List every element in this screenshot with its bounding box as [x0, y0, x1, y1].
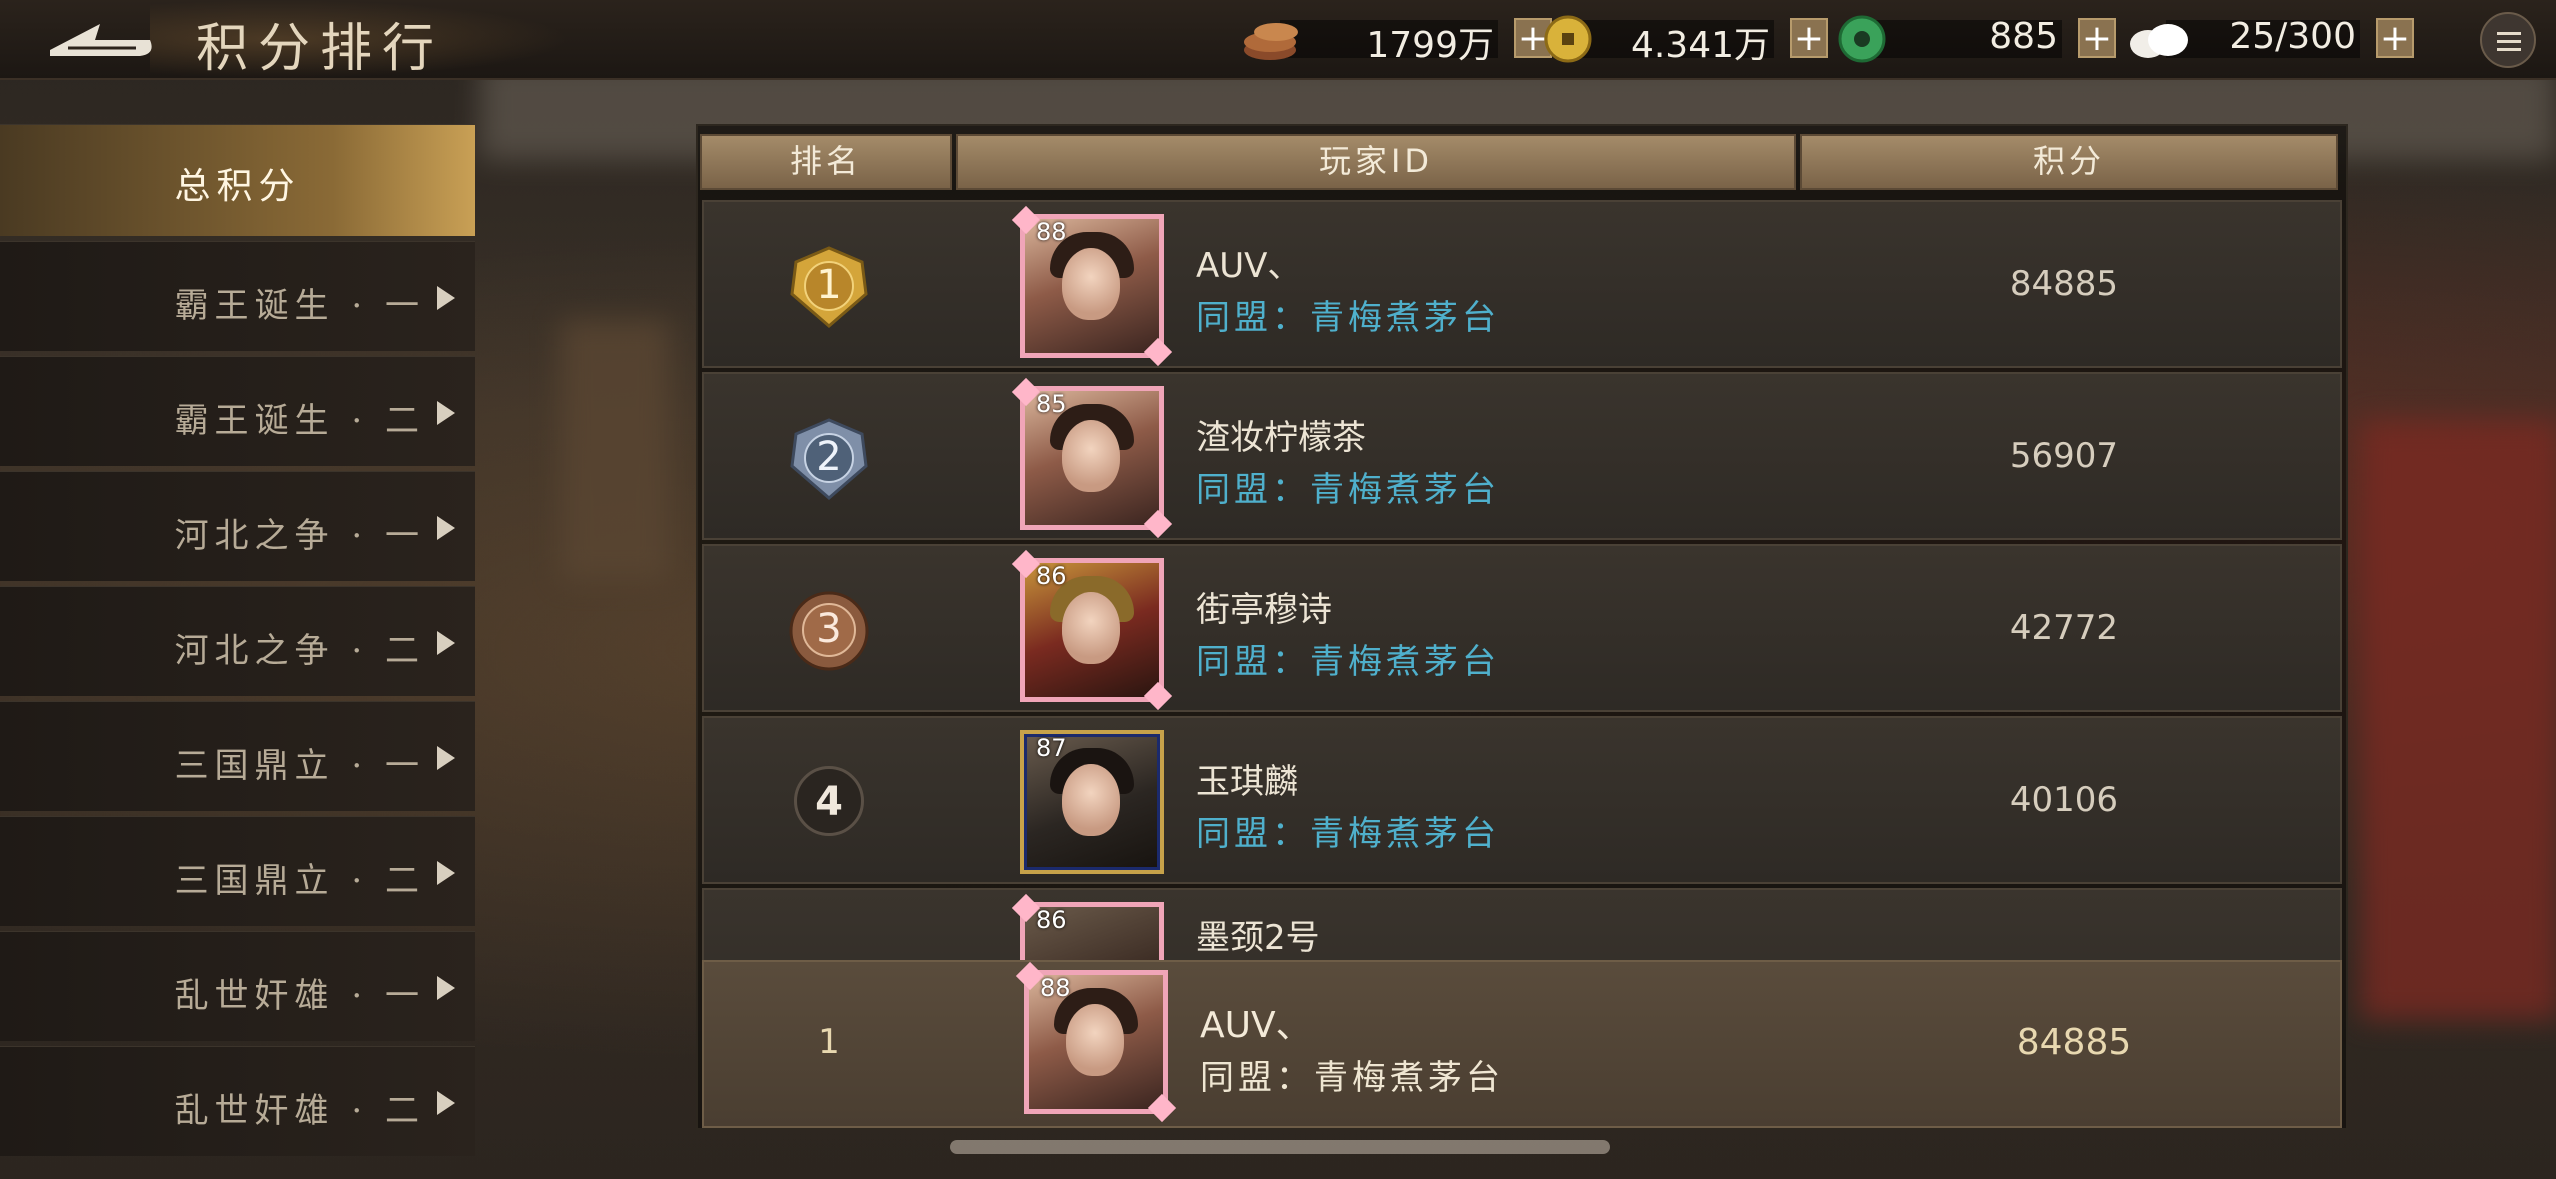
- sidebar-item-bawang-1[interactable]: 霸王诞生 · 一: [0, 241, 475, 351]
- page-title: 积分排行: [196, 19, 445, 79]
- rank-number: 4: [794, 766, 864, 836]
- jade-coin-icon: [1832, 14, 1902, 64]
- my-rank-row: 1 88 AUV、 同盟：青梅煮茅台 84885: [702, 960, 2342, 1128]
- table-row[interactable]: 4 87 玉琪麟 同盟：青梅煮茅台 40106: [702, 716, 2342, 884]
- arrow-right-icon: [437, 631, 455, 655]
- resource-copper: 1799万 +: [1240, 14, 1552, 66]
- menu-button[interactable]: [2480, 12, 2536, 68]
- arrow-right-icon: [437, 746, 455, 770]
- column-header-rank: 排名: [700, 134, 952, 190]
- player-score: 84885: [2009, 264, 2119, 304]
- background-lantern: [560, 320, 670, 580]
- player-name: AUV、: [1196, 246, 1302, 286]
- arrow-right-icon: [437, 976, 455, 1000]
- table-row[interactable]: 3 86 街亭穆诗 同盟：青梅煮茅台 42772: [702, 544, 2342, 712]
- resource-jade: 885 +: [1832, 14, 2116, 64]
- bun-food-icon: [2126, 14, 2196, 64]
- player-level: 87: [1036, 734, 1067, 762]
- table-row[interactable]: 2 85 渣妆柠檬茶 同盟：青梅煮茅台 56907: [702, 372, 2342, 540]
- player-alliance: 同盟：青梅煮茅台: [1196, 642, 1500, 682]
- rank-number: 1: [816, 262, 842, 308]
- sidebar-item-sanguo-2[interactable]: 三国鼎立 · 二: [0, 816, 475, 926]
- player-score: 56907: [2009, 436, 2119, 476]
- player-alliance: 同盟：青梅煮茅台: [1196, 470, 1500, 510]
- my-alliance: 同盟：青梅煮茅台: [1200, 1058, 1504, 1098]
- my-score: 84885: [2016, 1022, 2132, 1063]
- rank-number: 2: [816, 434, 842, 480]
- my-avatar[interactable]: 88: [1015, 961, 1177, 1123]
- player-name: 街亭穆诗: [1196, 590, 1332, 630]
- my-level: 88: [1040, 974, 1071, 1002]
- back-button[interactable]: [40, 14, 160, 64]
- arrow-right-icon: [437, 286, 455, 310]
- arrow-right-icon: [437, 516, 455, 540]
- table-row[interactable]: 1 88 AUV、 同盟：青梅煮茅台 84885: [702, 200, 2342, 368]
- column-header-score: 积分: [1800, 134, 2338, 190]
- sidebar-item-hebei-2[interactable]: 河北之争 · 二: [0, 586, 475, 696]
- player-avatar[interactable]: 87: [1020, 730, 1164, 874]
- sidebar-item-hebei-1[interactable]: 河北之争 · 一: [0, 471, 475, 581]
- player-level: 86: [1036, 562, 1067, 590]
- sidebar-item-sanguo-1[interactable]: 三国鼎立 · 一: [0, 701, 475, 811]
- player-alliance: 同盟：青梅煮茅台: [1196, 814, 1500, 854]
- arrow-right-icon: [437, 861, 455, 885]
- sidebar-item-luanshi-2[interactable]: 乱世奸雄 · 二: [0, 1046, 475, 1156]
- player-level: 86: [1036, 906, 1067, 934]
- player-avatar[interactable]: 86: [1011, 549, 1173, 711]
- player-level: 88: [1036, 218, 1067, 246]
- player-name: 玉琪麟: [1196, 762, 1298, 802]
- arrow-right-icon: [437, 1091, 455, 1115]
- top-bar: 积分排行 1799万 + 4.341万 + 885 + 25/300 +: [0, 0, 2556, 80]
- sidebar-item-bawang-2[interactable]: 霸王诞生 · 二: [0, 356, 475, 466]
- player-avatar[interactable]: 85: [1011, 377, 1173, 539]
- resource-food: 25/300 +: [2126, 14, 2414, 64]
- player-score: 40106: [2009, 780, 2119, 820]
- player-level: 85: [1036, 390, 1067, 418]
- add-jade-button[interactable]: +: [2078, 18, 2116, 58]
- player-name: 渣妆柠檬茶: [1196, 418, 1366, 458]
- player-name: 墨颈2号: [1196, 918, 1320, 958]
- menu-icon: [2497, 32, 2521, 35]
- player-score: 42772: [2009, 608, 2119, 648]
- rank-number: 3: [816, 606, 842, 652]
- my-rank-number: 1: [818, 1022, 840, 1062]
- back-arrow-icon: [50, 24, 152, 56]
- background-figure: [2360, 420, 2556, 1020]
- add-food-button[interactable]: +: [2376, 18, 2414, 58]
- my-name: AUV、: [1200, 1005, 1312, 1046]
- category-sidebar: 总积分 霸王诞生 · 一 霸王诞生 · 二 河北之争 · 一 河北之争 · 二 …: [0, 124, 475, 1161]
- resource-gold: 4.341万 +: [1538, 14, 1828, 66]
- sidebar-item-luanshi-1[interactable]: 乱世奸雄 · 一: [0, 931, 475, 1041]
- add-gold-button[interactable]: +: [1790, 18, 1828, 58]
- arrow-right-icon: [437, 401, 455, 425]
- home-indicator[interactable]: [950, 1140, 1610, 1154]
- player-alliance: 同盟：青梅煮茅台: [1196, 298, 1500, 338]
- gold-coin-icon: [1538, 14, 1608, 64]
- ranking-panel: 排名 玩家ID 积分 1 88 AUV、 同盟：青梅煮茅台 84885 2 85…: [696, 124, 2348, 1130]
- copper-coins-icon: [1240, 14, 1310, 64]
- sidebar-item-total-score[interactable]: 总积分: [0, 124, 475, 236]
- player-avatar[interactable]: 88: [1011, 205, 1173, 367]
- column-header-player-id: 玩家ID: [956, 134, 1796, 190]
